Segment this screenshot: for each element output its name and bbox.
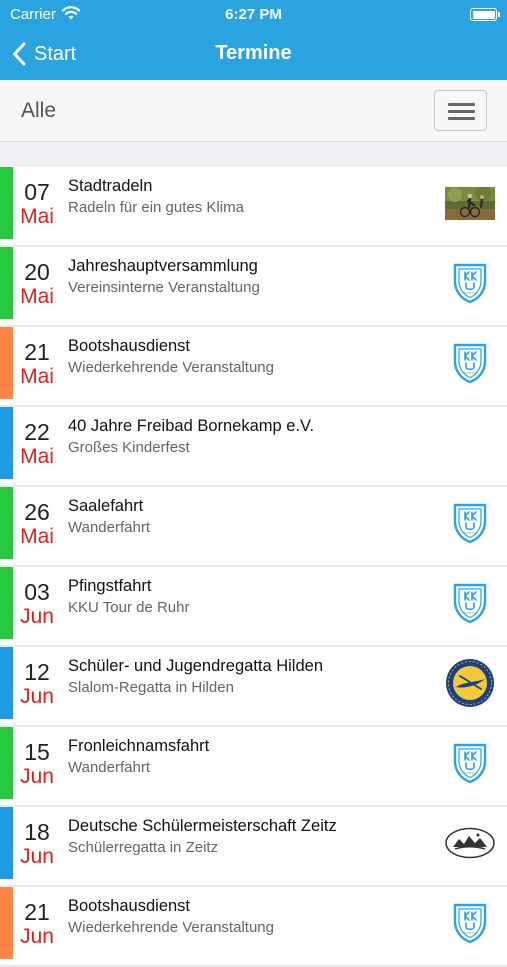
event-title: Fronleichnamsfahrt bbox=[68, 737, 210, 755]
event-subtitle: Wiederkehrende Veranstaltung bbox=[68, 919, 274, 936]
kanu-club-hilden-logo-icon bbox=[442, 657, 498, 709]
event-row[interactable]: 22 Mai 40 Jahre Freibad Bornekamp e.V. Groß… bbox=[0, 407, 507, 487]
category-color-bar bbox=[0, 567, 13, 639]
back-button[interactable]: Start bbox=[12, 38, 76, 70]
battery-icon bbox=[470, 8, 500, 21]
filter-label: Alle bbox=[21, 99, 57, 122]
event-subtitle: Radeln für ein gutes Klima bbox=[68, 199, 244, 216]
event-month: Mai bbox=[20, 205, 54, 228]
event-title: Jahreshauptversammlung bbox=[68, 257, 258, 275]
category-color-bar bbox=[0, 887, 13, 959]
category-color-bar bbox=[0, 167, 13, 239]
event-day: 18 bbox=[24, 819, 50, 845]
event-month: Jun bbox=[20, 925, 54, 948]
event-title: 40 Jahre Freibad Bornekamp e.V. bbox=[68, 417, 315, 435]
chevron-left-icon bbox=[13, 42, 26, 66]
event-title: Schüler- und Jugendregatta Hilden bbox=[68, 657, 324, 675]
event-day: 21 bbox=[24, 899, 50, 925]
kku-club-logo-icon bbox=[442, 577, 498, 629]
kku-club-logo-icon bbox=[442, 257, 498, 309]
event-title: Pfingstfahrt bbox=[68, 577, 152, 595]
event-day: 03 bbox=[24, 579, 50, 605]
event-day: 21 bbox=[24, 339, 50, 365]
event-month: Jun bbox=[20, 605, 54, 628]
event-day: 26 bbox=[24, 499, 50, 525]
event-subtitle: Wiederkehrende Veranstaltung bbox=[68, 359, 274, 376]
event-row[interactable]: 12 Jun Schüler- und Jugendregatta Hilden Sl… bbox=[0, 647, 507, 727]
filter-bar: Alle bbox=[0, 80, 507, 142]
event-day: 15 bbox=[24, 739, 50, 765]
event-subtitle: KKU Tour de Ruhr bbox=[68, 599, 190, 616]
event-subtitle: Schülerregatta in Zeitz bbox=[68, 839, 219, 856]
filter-menu-button[interactable] bbox=[434, 90, 487, 131]
zeitz-emblem-icon bbox=[442, 817, 498, 869]
clock: 6:27 PM bbox=[225, 6, 282, 23]
event-title: Deutsche Schülermeisterschaft Zeitz bbox=[68, 817, 337, 835]
event-row[interactable]: 20 Mai Jahreshauptversammlung Vereinsintern… bbox=[0, 247, 507, 327]
status-bar: Carrier 6:27 PM bbox=[0, 0, 507, 30]
event-month: Jun bbox=[20, 845, 54, 868]
category-color-bar bbox=[0, 247, 13, 319]
event-subtitle: Wanderfahrt bbox=[68, 759, 150, 776]
event-photo-thumbnail bbox=[442, 177, 498, 229]
category-color-bar bbox=[0, 407, 13, 479]
event-month: Mai bbox=[20, 285, 54, 308]
navigation-bar: Start Termine bbox=[0, 30, 507, 80]
event-title: Bootshausdienst bbox=[68, 337, 191, 355]
event-day: 22 bbox=[24, 419, 50, 445]
event-day: 20 bbox=[24, 259, 50, 285]
hamburger-icon bbox=[448, 103, 475, 106]
event-subtitle: Slalom-Regatta in Hilden bbox=[68, 679, 234, 696]
event-row[interactable]: 21 Jun Bootshausdienst Wiederkehrende Veran… bbox=[0, 887, 507, 967]
event-subtitle: Großes Kinderfest bbox=[68, 439, 190, 456]
event-title: Saalefahrt bbox=[68, 497, 144, 515]
category-color-bar bbox=[0, 807, 13, 879]
back-label: Start bbox=[34, 42, 77, 65]
category-color-bar bbox=[0, 647, 13, 719]
event-month: Jun bbox=[20, 765, 54, 788]
event-row[interactable]: 21 Mai Bootshausdienst Wiederkehrende Veran… bbox=[0, 327, 507, 407]
category-color-bar bbox=[0, 727, 13, 799]
event-row[interactable]: 15 Jun Fronleichnamsfahrt Wanderfahrt bbox=[0, 727, 507, 807]
event-subtitle: Vereinsinterne Veranstaltung bbox=[68, 279, 260, 296]
event-subtitle: Wanderfahrt bbox=[68, 519, 150, 536]
category-color-bar bbox=[0, 327, 13, 399]
event-row[interactable]: 03 Jun Pfingstfahrt KKU Tour de Ruhr bbox=[0, 567, 507, 647]
event-month: Mai bbox=[20, 525, 54, 548]
event-month: Jun bbox=[20, 685, 54, 708]
event-title: Stadtradeln bbox=[68, 177, 153, 195]
event-row[interactable]: 07 Mai Stadtradeln Radeln für ein gutes Kli… bbox=[0, 167, 507, 247]
event-day: 07 bbox=[24, 179, 50, 205]
category-color-bar bbox=[0, 487, 13, 559]
event-month: Mai bbox=[20, 365, 54, 388]
event-row[interactable]: 18 Jun Deutsche Schülermeisterschaft Zeitz… bbox=[0, 807, 507, 887]
kku-club-logo-icon bbox=[442, 737, 498, 789]
kku-club-logo-icon bbox=[442, 337, 498, 389]
event-row[interactable]: 26 Mai Saalefahrt Wanderfahrt bbox=[0, 487, 507, 567]
kku-club-logo-icon bbox=[442, 897, 498, 949]
kku-club-logo-icon bbox=[442, 497, 498, 549]
event-day: 12 bbox=[24, 659, 50, 685]
event-month: Mai bbox=[20, 445, 54, 468]
event-list: 07 Mai Stadtradeln Radeln für ein gutes Kli… bbox=[0, 167, 507, 967]
